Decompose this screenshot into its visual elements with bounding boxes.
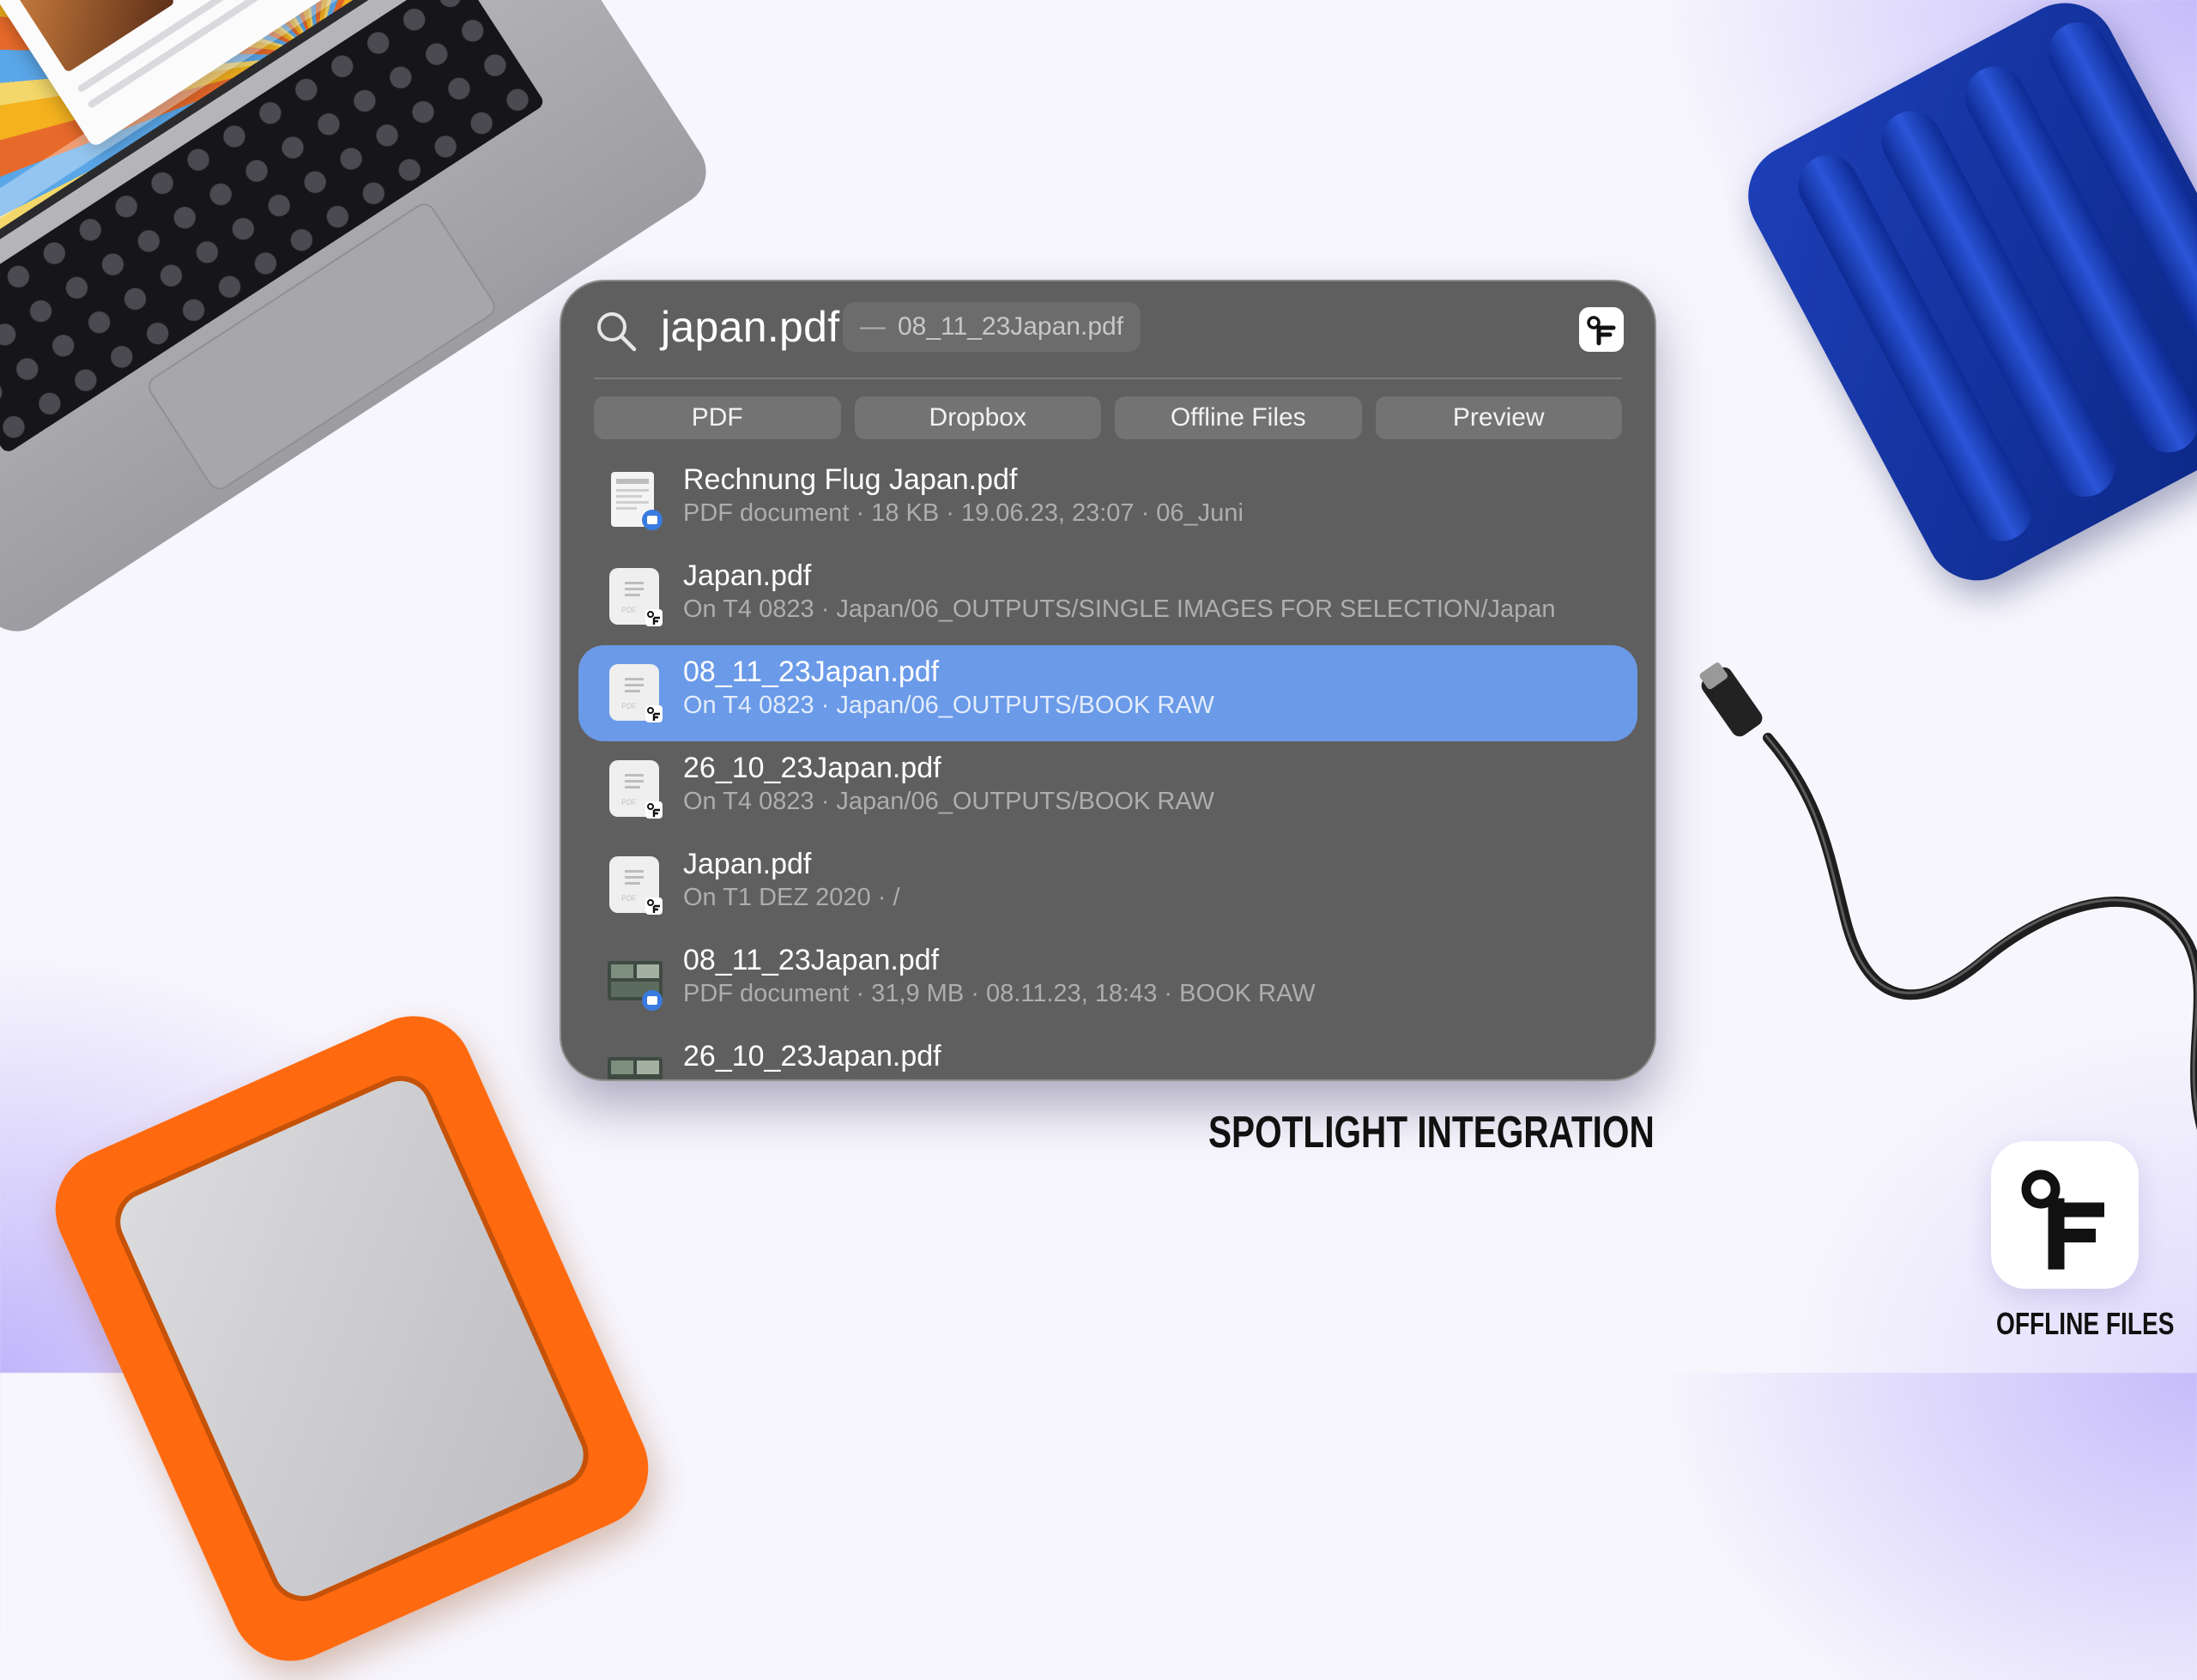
result-row[interactable]: PDF Japan.pdf On T4 0823 · Japan/06_OUTP… <box>578 549 1637 645</box>
result-subtitle: PDF document · 18 KB · 19.06.23, 23:07 ·… <box>683 499 1244 527</box>
offline-files-logo-icon <box>2021 1169 2104 1270</box>
results-list: Rechnung Flug Japan.pdf PDF document · 1… <box>578 453 1637 1079</box>
search-divider <box>594 378 1622 379</box>
suggestion-text: 08_11_23Japan.pdf <box>898 312 1124 341</box>
orange-rugged-drive-photo <box>36 996 668 1680</box>
result-subtitle: On T1 DEZ 2020 · / <box>683 884 900 911</box>
search-icon <box>597 312 637 352</box>
result-title: Japan.pdf <box>683 848 812 880</box>
result-row[interactable]: 08_11_23Japan.pdf PDF document · 31,9 MB… <box>578 934 1637 1030</box>
svg-text:PDF: PDF <box>621 894 638 903</box>
result-subtitle: On T4 0823 · Japan/06_OUTPUTS/BOOK RAW <box>683 788 1214 815</box>
chip-dropbox[interactable]: Dropbox <box>854 396 1101 439</box>
chip-offline-files[interactable]: Offline Files <box>1115 396 1362 439</box>
result-title: Rechnung Flug Japan.pdf <box>683 463 1018 496</box>
chip-preview[interactable]: Preview <box>1375 396 1622 439</box>
result-row[interactable]: PDF Japan.pdf On T1 DEZ 2020 · / <box>578 837 1637 934</box>
blue-external-drive-photo <box>1730 0 2197 599</box>
offline-pdf-icon: PDF <box>609 856 663 915</box>
offline-pdf-icon: PDF <box>609 760 663 819</box>
svg-text:PDF: PDF <box>621 798 638 807</box>
app-name-caption: OFFLINE FILES <box>1996 1306 2175 1341</box>
result-row[interactable]: Rechnung Flug Japan.pdf PDF document · 1… <box>578 453 1637 549</box>
app-logo-tile <box>1991 1141 2139 1289</box>
chip-pdf[interactable]: PDF <box>594 396 841 439</box>
svg-text:PDF: PDF <box>621 606 638 614</box>
suggestion-dash: — <box>860 312 886 341</box>
result-row-selected[interactable]: PDF 08_11_23Japan.pdf On T4 0823 · Japan… <box>578 645 1637 741</box>
offline-pdf-icon: PDF <box>609 568 663 626</box>
result-row[interactable]: PDF 26_10_23Japan.pdf On T4 0823 · Japan… <box>578 741 1637 837</box>
result-title: Japan.pdf <box>683 559 812 592</box>
pdf-document-icon <box>611 472 663 530</box>
usb-c-cable-photo <box>1699 662 2197 1131</box>
result-title: 26_10_23Japan.pdf <box>683 1040 941 1073</box>
filter-chips: PDF Dropbox Offline Files Preview <box>594 396 1622 439</box>
offline-files-app-icon[interactable] <box>1579 307 1624 352</box>
result-subtitle: On T4 0823 · Japan/06_OUTPUTS/SINGLE IMA… <box>683 595 1556 623</box>
search-query-text[interactable]: japan.pdf <box>661 302 839 352</box>
spotlight-search-bar[interactable]: japan.pdf — 08_11_23Japan.pdf <box>561 281 1655 378</box>
pdf-thumbnail-icon <box>608 961 663 1011</box>
feature-caption: SPOTLIGHT INTEGRATION <box>1208 1108 1655 1157</box>
offline-pdf-icon: PDF <box>609 664 663 722</box>
result-title: 08_11_23Japan.pdf <box>683 656 940 688</box>
result-title: 26_10_23Japan.pdf <box>683 752 941 784</box>
result-row[interactable]: 26_10_23Japan.pdf <box>578 1030 1637 1079</box>
result-title: 08_11_23Japan.pdf <box>683 944 940 976</box>
result-subtitle: On T4 0823 · Japan/06_OUTPUTS/BOOK RAW <box>683 692 1214 719</box>
result-subtitle: PDF document · 31,9 MB · 08.11.23, 18:43… <box>683 980 1316 1007</box>
pdf-thumbnail-icon <box>608 1057 663 1079</box>
spotlight-window: japan.pdf — 08_11_23Japan.pdf PDF Dropbox… <box>560 280 1656 1081</box>
svg-text:PDF: PDF <box>621 702 638 710</box>
search-suggestion[interactable]: — 08_11_23Japan.pdf <box>843 302 1141 352</box>
